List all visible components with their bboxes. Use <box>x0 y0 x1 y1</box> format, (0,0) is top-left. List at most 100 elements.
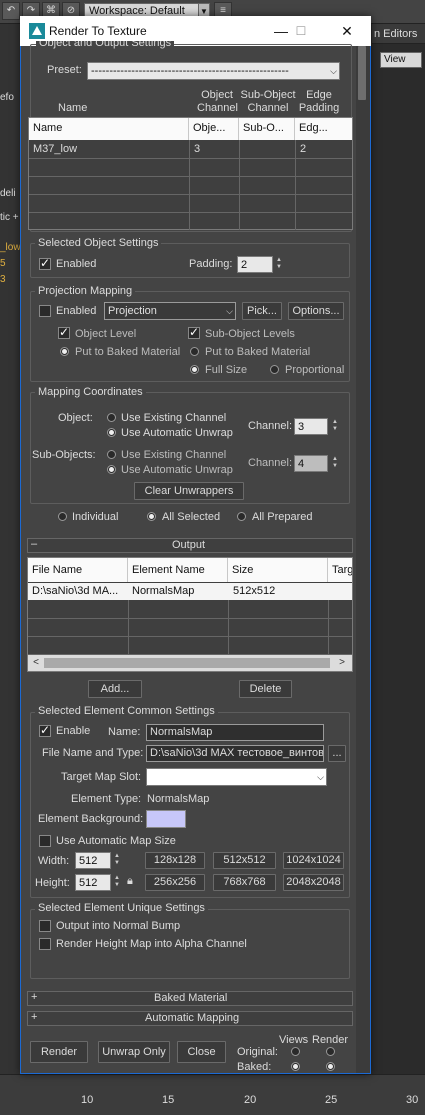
original-render-radio[interactable] <box>326 1047 335 1056</box>
delete-button[interactable]: Delete <box>239 680 292 698</box>
size-512-button[interactable]: 512x512 <box>213 852 276 869</box>
element-name-input[interactable]: NormalsMap <box>146 724 324 741</box>
size-128-button[interactable]: 128x128 <box>145 852 205 869</box>
size-1024-button[interactable]: 1024x1024 <box>283 852 344 869</box>
pick-button[interactable]: Pick... <box>242 302 282 320</box>
baked-material-label: Baked Material <box>154 992 228 1004</box>
browse-button[interactable]: ... <box>328 745 346 762</box>
table-row[interactable]: M37_low 3 2 <box>29 141 352 158</box>
scroll-right-icon[interactable]: > <box>336 655 348 671</box>
element-enable-checkbox[interactable] <box>39 723 51 737</box>
unwrap-only-button[interactable]: Unwrap Only <box>98 1041 170 1063</box>
channel-label: Channel: <box>248 420 293 432</box>
padding-label: Padding: <box>189 258 233 270</box>
header-target[interactable]: Targ <box>328 558 352 582</box>
projection-enabled-checkbox[interactable] <box>39 305 51 317</box>
rollout-expand-icon[interactable]: + <box>31 1011 37 1023</box>
file-name-input[interactable]: D:\saNio\3d MAX тестовое_винтов <box>146 745 324 762</box>
individual-radio[interactable] <box>58 512 67 521</box>
scrollbar-thumb[interactable] <box>358 46 366 100</box>
sub-objects-label: Sub-Objects: <box>32 449 96 461</box>
clear-unwrappers-button[interactable]: Clear Unwrappers <box>134 482 244 500</box>
header-edge-padding[interactable]: Edg... <box>295 118 352 140</box>
use-existing-radio[interactable] <box>107 413 116 422</box>
group-label: Selected Element Unique Settings <box>35 902 208 914</box>
close-button[interactable]: Close <box>177 1041 226 1063</box>
left-fragment: efo <box>0 92 14 103</box>
put-baked-radio-2[interactable] <box>190 347 199 356</box>
enabled-checkbox[interactable] <box>39 256 51 270</box>
rollout-collapse-icon[interactable]: – <box>31 538 37 550</box>
rollout-expand-icon[interactable]: + <box>31 991 37 1003</box>
height-map-checkbox[interactable] <box>39 938 51 950</box>
object-level-checkbox[interactable] <box>58 325 70 339</box>
timeline-ruler[interactable] <box>0 1074 425 1115</box>
height-label: Height: <box>35 877 70 889</box>
scroll-left-icon[interactable]: < <box>30 655 42 671</box>
render-button[interactable]: Render <box>30 1041 88 1063</box>
projection-dropdown[interactable]: Projection ⌵ <box>104 302 236 320</box>
lock-icon[interactable]: 🔒︎ <box>127 875 139 889</box>
size-2048-button[interactable]: 2048x2048 <box>283 874 344 891</box>
header-sub-object-channel[interactable]: Sub-O... <box>239 118 295 140</box>
spinner-arrows-icon[interactable]: ▲ ▼ <box>112 853 122 867</box>
padding-spinner[interactable]: 2 <box>237 256 273 273</box>
all-prepared-radio[interactable] <box>237 512 246 521</box>
projection-value: Projection <box>108 305 157 317</box>
undo-icon[interactable]: ↶ <box>2 2 20 20</box>
size-256-button[interactable]: 256x256 <box>145 874 205 891</box>
preset-dropdown[interactable]: ----------------------------------------… <box>87 62 340 80</box>
normal-bump-checkbox[interactable] <box>39 920 51 932</box>
baked-render-radio[interactable] <box>326 1062 335 1071</box>
chevron-down-icon: ⌵ <box>330 66 337 76</box>
full-size-radio[interactable] <box>190 365 199 374</box>
sub-channel-spinner[interactable]: 4 <box>294 455 328 472</box>
column-name-label: Name <box>58 102 88 114</box>
scrollbar-thumb[interactable] <box>44 658 330 668</box>
spinner-arrows-icon[interactable]: ▲ ▼ <box>330 456 340 470</box>
sub-use-existing-radio[interactable] <box>107 450 116 459</box>
sub-use-auto-radio[interactable] <box>107 465 116 474</box>
baked-views-radio[interactable] <box>291 1062 300 1071</box>
height-spinner[interactable]: 512 <box>75 874 111 891</box>
horizontal-scrollbar[interactable]: < > <box>28 655 352 671</box>
header-object-channel[interactable]: Obje... <box>189 118 239 140</box>
use-auto-radio[interactable] <box>107 428 116 437</box>
add-button[interactable]: Add... <box>88 680 142 698</box>
put-baked-label-2: Put to Baked Material <box>205 346 311 358</box>
dialog-scrollbar[interactable] <box>356 46 370 1073</box>
spinner-arrows-icon[interactable]: ▲ ▼ <box>274 257 284 271</box>
options-button[interactable]: Options... <box>288 302 344 320</box>
preset-label: Preset: <box>47 64 82 76</box>
header-file-name[interactable]: File Name <box>28 558 128 582</box>
header-size[interactable]: Size <box>228 558 328 582</box>
spinner-arrows-icon[interactable]: ▲ ▼ <box>330 419 340 433</box>
all-selected-radio[interactable] <box>147 512 156 521</box>
original-views-radio[interactable] <box>291 1047 300 1056</box>
put-baked-radio[interactable] <box>60 347 69 356</box>
row-object-channel: 3 <box>194 143 201 155</box>
channel-spinner[interactable]: 3 <box>294 418 328 435</box>
header-name[interactable]: Name <box>29 118 189 140</box>
size-768-button[interactable]: 768x768 <box>213 874 276 891</box>
normal-bump-label: Output into Normal Bump <box>56 920 181 932</box>
close-icon[interactable]: ✕ <box>330 18 364 44</box>
editors-menu[interactable]: n Editors <box>372 24 425 44</box>
proportional-radio[interactable] <box>270 365 279 374</box>
baked-label: Baked: <box>237 1061 272 1073</box>
sub-object-levels-checkbox[interactable] <box>188 325 200 339</box>
left-fragment: 5 <box>0 258 6 269</box>
spinner-arrows-icon[interactable]: ▲ ▼ <box>112 875 122 889</box>
maximize-icon[interactable]: ☐ <box>284 18 318 44</box>
element-background-swatch[interactable] <box>146 810 186 828</box>
header-element-name[interactable]: Element Name <box>128 558 228 582</box>
auto-map-size-checkbox[interactable] <box>39 835 51 847</box>
individual-label: Individual <box>72 511 119 523</box>
view-dropdown[interactable]: View <box>380 52 422 68</box>
table-row[interactable]: D:\saNio\3d MA... NormalsMap 512x512 <box>28 583 352 600</box>
group-label: Object and Output Settings <box>36 41 175 50</box>
width-spinner[interactable]: 512 <box>75 852 111 869</box>
object-channel-label: Object Channel <box>197 89 238 114</box>
output-rollout-label: Output <box>172 539 206 551</box>
target-map-slot-dropdown[interactable]: ⌵ <box>146 768 327 786</box>
